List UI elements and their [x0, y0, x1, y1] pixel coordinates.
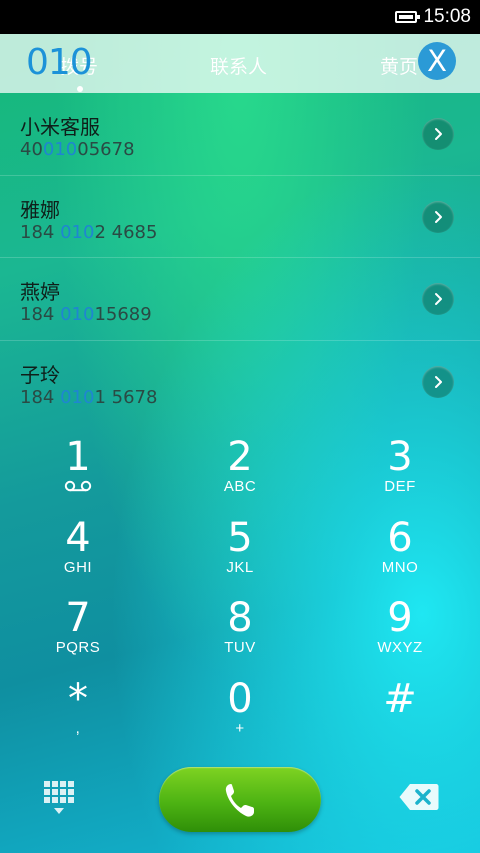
key-star[interactable]: * , — [28, 678, 128, 748]
status-bar: 15:08 — [0, 0, 480, 34]
key-letters: , — [75, 720, 81, 737]
key-0[interactable]: 0 + — [190, 678, 290, 748]
key-hash[interactable]: # — [350, 678, 450, 748]
voicemail-icon — [64, 480, 92, 492]
matched-digits: 010 — [60, 304, 95, 325]
tab-yellow-pages[interactable]: 黄页 — [380, 52, 418, 79]
key-8[interactable]: 8 TUV — [190, 597, 290, 667]
matched-digits: 010 — [60, 386, 95, 408]
contact-row[interactable]: 子玲 184 0101 5678 — [0, 341, 480, 424]
contact-name: 小米客服 — [20, 115, 100, 139]
contact-name: 燕婷 — [20, 280, 60, 304]
key-digit: 8 — [227, 595, 253, 641]
keypad-toggle-button[interactable] — [43, 780, 75, 816]
contact-name: 雅娜 — [20, 197, 60, 222]
contact-number: 184 0102 4685 — [20, 221, 158, 243]
key-digit: 3 — [387, 434, 413, 480]
key-digit: 5 — [227, 515, 253, 561]
chevron-right-icon — [435, 210, 442, 223]
key-letters: + — [235, 720, 245, 737]
phone-handset-icon — [225, 783, 254, 817]
key-letters: GHI — [63, 559, 93, 576]
contact-detail-button[interactable] — [422, 365, 454, 398]
key-2[interactable]: 2 ABC — [190, 436, 290, 506]
contact-match-list: 小米客服 4001005678 雅娜 184 0102 4685 燕婷 184 … — [0, 93, 480, 423]
contact-row[interactable]: 小米客服 4001005678 — [0, 93, 480, 176]
key-9[interactable]: 9 WXYZ — [350, 597, 450, 667]
key-digit: 6 — [387, 515, 413, 561]
chevron-right-icon — [435, 293, 442, 305]
chevron-right-icon — [435, 128, 442, 140]
contact-row[interactable]: 燕婷 184 01015689 — [0, 258, 480, 341]
key-4[interactable]: 4 GHI — [28, 517, 128, 587]
keypad-grid-icon — [44, 781, 74, 814]
dialed-number: 010 — [26, 42, 93, 83]
call-button[interactable] — [159, 767, 321, 832]
contact-detail-button[interactable] — [422, 118, 454, 150]
key-letters: WXYZ — [377, 639, 423, 656]
backspace-button[interactable] — [398, 782, 440, 812]
contact-number: 184 0101 5678 — [20, 386, 158, 408]
key-digit: # — [383, 676, 417, 722]
key-5[interactable]: 5 JKL — [190, 517, 290, 587]
tab-contacts[interactable]: 联系人 — [210, 52, 267, 79]
key-digit: 1 — [65, 434, 91, 480]
contact-detail-button[interactable] — [422, 200, 454, 233]
key-digit: 0 — [227, 676, 253, 722]
key-6[interactable]: 6 MNO — [350, 517, 450, 587]
contact-detail-button[interactable] — [422, 283, 454, 315]
battery-icon — [395, 11, 421, 23]
key-letters: JKL — [226, 559, 254, 576]
key-digit: * — [68, 676, 88, 722]
key-letters: TUV — [224, 639, 256, 656]
key-letters: ABC — [223, 478, 257, 495]
clear-number-button[interactable]: X — [418, 42, 456, 80]
contact-number: 4001005678 — [20, 139, 135, 160]
matched-digits: 010 — [60, 221, 95, 243]
chevron-right-icon — [435, 375, 442, 388]
key-3[interactable]: 3 DEF — [350, 436, 450, 506]
key-7[interactable]: 7 PQRS — [28, 597, 128, 667]
contact-name: 子玲 — [20, 362, 60, 387]
status-time: 15:08 — [423, 6, 471, 27]
key-letters: PQRS — [55, 639, 101, 656]
key-1[interactable]: 1 — [28, 436, 128, 506]
contact-row[interactable]: 雅娜 184 0102 4685 — [0, 176, 480, 258]
backspace-icon — [399, 784, 439, 810]
key-digit: 2 — [227, 434, 253, 480]
key-digit: 4 — [65, 515, 91, 561]
contact-number: 184 01015689 — [20, 304, 152, 325]
key-letters: DEF — [384, 478, 416, 495]
key-digit: 7 — [65, 595, 91, 641]
matched-digits: 010 — [42, 139, 78, 160]
key-letters: MNO — [381, 559, 419, 576]
active-tab-indicator — [77, 86, 83, 92]
key-digit: 9 — [387, 595, 413, 641]
